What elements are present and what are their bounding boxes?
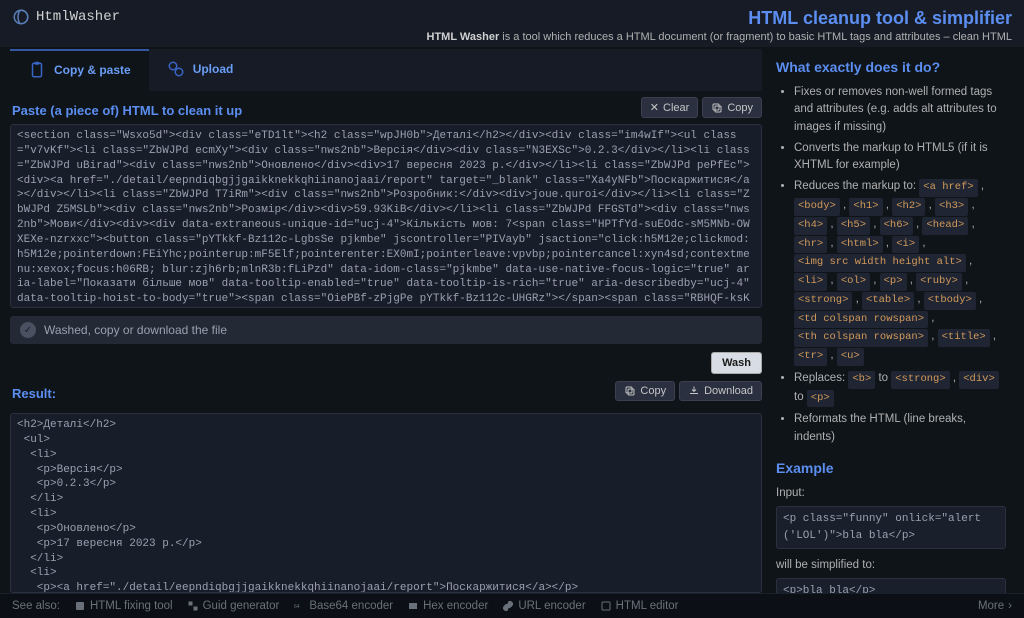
tag-pill: <img src width height alt>	[794, 254, 966, 272]
footer: See also: HTML fixing tool Guid generato…	[0, 593, 1024, 618]
output-label: Result:	[12, 386, 56, 401]
paste-icon	[28, 61, 46, 79]
tab-label: Upload	[193, 62, 234, 76]
tag-pill: <ruby>	[916, 273, 962, 291]
tag-pill: <ol>	[837, 273, 870, 291]
tab-label: Copy & paste	[54, 63, 131, 77]
guid-icon	[187, 600, 199, 612]
svg-text:64: 64	[294, 604, 300, 610]
tag-pill: <html>	[837, 236, 883, 254]
tag-pill: <a href>	[919, 179, 977, 197]
tag-pill: <i>	[892, 236, 919, 254]
footer-link[interactable]: Guid generator	[187, 600, 280, 612]
app-header: HtmlWasher HTML cleanup tool & simplifie…	[0, 0, 1024, 47]
sidebar-item: Reformats the HTML (line breaks, indents…	[794, 411, 1006, 446]
page-title: HTML cleanup tool & simplifier	[427, 8, 1012, 29]
tag-pill: <hr>	[794, 236, 827, 254]
download-icon	[688, 385, 700, 397]
sidebar-item: Fixes or removes non-well formed tags an…	[794, 84, 1006, 136]
tag-pill: <h3>	[935, 198, 968, 216]
sidebar-item: Converts the markup to HTML5 (if it is X…	[794, 140, 1006, 175]
tag-pill: <h4>	[794, 217, 827, 235]
example-output-label: will be simplified to:	[776, 557, 1006, 574]
tag-pill: <u>	[837, 348, 864, 366]
footer-link[interactable]: Hex encoder	[407, 600, 488, 612]
footer-link[interactable]: HTML editor	[600, 600, 679, 612]
status-text: Washed, copy or download the file	[44, 323, 227, 337]
tag-pill: <body>	[794, 198, 840, 216]
footer-link[interactable]: HTML fixing tool	[74, 600, 173, 612]
tag-pill: <title>	[938, 329, 990, 347]
main-column: Copy & paste Upload Paste (a piece of) H…	[0, 47, 772, 593]
tag-pill: <head>	[922, 217, 968, 235]
tag-pill: <h6>	[880, 217, 913, 235]
hex-icon	[407, 600, 419, 612]
sidebar-list: Fixes or removes non-well formed tags an…	[776, 84, 1006, 446]
copy-icon	[624, 385, 636, 397]
logo-icon	[12, 8, 30, 26]
sidebar-item-reduces: Reduces the markup to: <a href> , <body>…	[794, 178, 1006, 366]
example-heading: Example	[776, 458, 1006, 479]
tag-pill: <h2>	[892, 198, 925, 216]
download-button[interactable]: Download	[679, 381, 762, 401]
upload-icon	[167, 60, 185, 78]
tag-pill: <h5>	[837, 217, 870, 235]
see-also-label: See also:	[12, 600, 60, 612]
tag-pill: <p>	[880, 273, 907, 291]
tag-pill: <tbody>	[924, 292, 976, 310]
tab-upload[interactable]: Upload	[149, 49, 252, 91]
example-input-label: Input:	[776, 485, 1006, 502]
more-link[interactable]: More ›	[978, 600, 1012, 612]
tag-pill: <li>	[794, 273, 827, 291]
tag-pill: <table>	[862, 292, 914, 310]
check-icon: ✓	[20, 322, 36, 338]
example-output: <p>bla bla</p>	[776, 578, 1006, 593]
copy-icon	[711, 102, 723, 114]
tool-icon	[74, 600, 86, 612]
sidebar-heading: What exactly does it do?	[776, 57, 1006, 78]
example-input: <p class="funny" onlick="alert('LOL')">b…	[776, 506, 1006, 549]
chevron-right-icon: ›	[1008, 600, 1012, 612]
editor-icon	[600, 600, 612, 612]
tabs-bar: Copy & paste Upload	[10, 49, 762, 91]
footer-link[interactable]: 64Base64 encoder	[293, 600, 393, 612]
sidebar-item-replaces: Replaces: <b> to <strong> , <div> to <p>	[794, 370, 1006, 408]
status-bar: ✓ Washed, copy or download the file	[10, 316, 762, 344]
base64-icon: 64	[293, 600, 305, 612]
tag-pill: <td colspan rowspan>	[794, 311, 928, 329]
tab-copy-paste[interactable]: Copy & paste	[10, 49, 149, 91]
tag-pill: <th colspan rowspan>	[794, 329, 928, 347]
link-icon	[502, 600, 514, 612]
tag-pill: <tr>	[794, 348, 827, 366]
page-subtitle: HTML Washer is a tool which reduces a HT…	[427, 31, 1012, 43]
copy-input-button[interactable]: Copy	[702, 97, 762, 118]
sidebar: What exactly does it do? Fixes or remove…	[772, 47, 1014, 593]
clear-icon: ✕	[650, 101, 659, 114]
logo-text: HtmlWasher	[36, 9, 120, 25]
logo-area: HtmlWasher	[12, 8, 120, 26]
html-output[interactable]: <h2>Деталі</h2> <ul> <li> <p>Версія</p> …	[10, 413, 762, 593]
tag-pill: <h1>	[849, 198, 882, 216]
tag-pill: <strong>	[794, 292, 852, 310]
copy-output-button[interactable]: Copy	[615, 381, 675, 401]
wash-button[interactable]: Wash	[711, 352, 762, 374]
footer-link[interactable]: URL encoder	[502, 600, 585, 612]
input-label: Paste (a piece of) HTML to clean it up	[12, 103, 242, 118]
clear-button[interactable]: ✕ Clear	[641, 97, 699, 118]
header-right: HTML cleanup tool & simplifier HTML Wash…	[427, 8, 1012, 43]
html-input[interactable]: <section class="Wsxo5d"><div class="eTD1…	[10, 124, 762, 308]
